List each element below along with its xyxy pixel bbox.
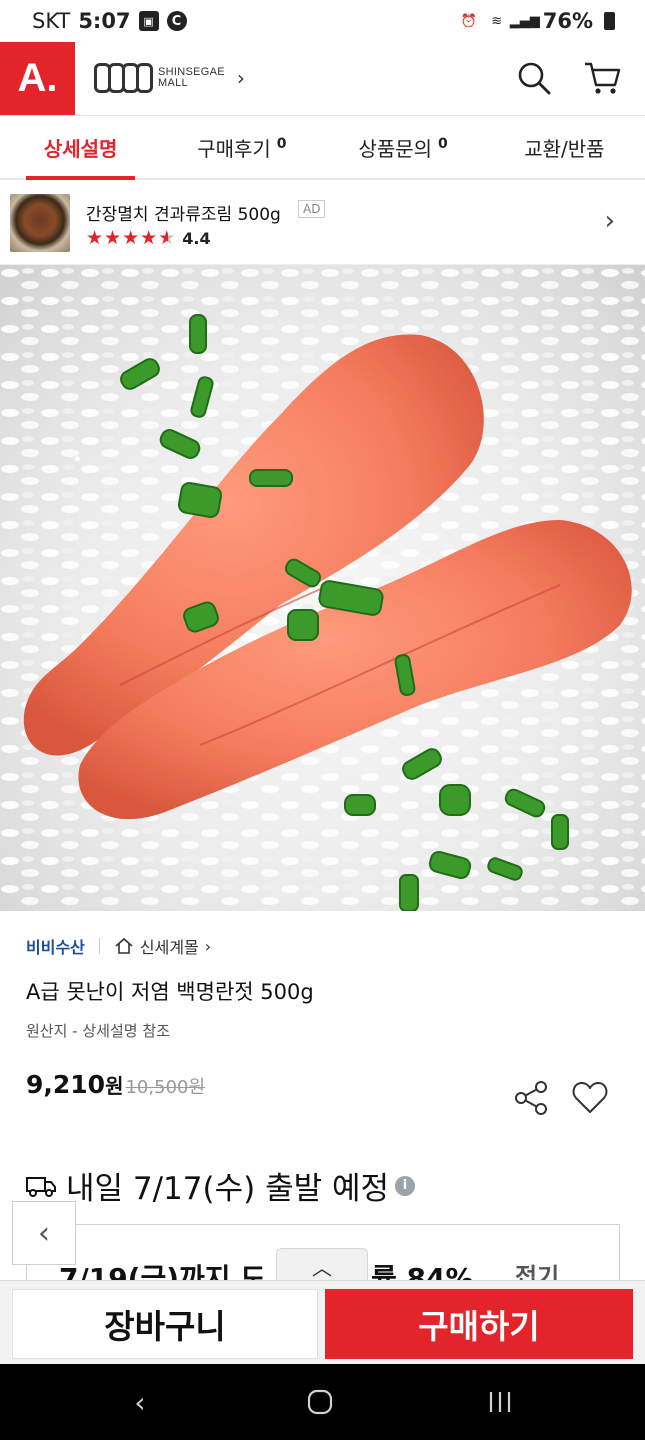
product-title: A급 못난이 저염 백명란젓 500g — [26, 980, 314, 1004]
price-row: 9,210 원 10,500원 — [26, 1070, 205, 1099]
delivery-info: 내일 7/17(수) 출발 예정 i — [26, 1163, 416, 1208]
chevron-left-icon: ‹ — [38, 1215, 50, 1251]
review-count: 0 — [276, 136, 287, 152]
battery-icon — [604, 12, 615, 30]
seller-row: 비비수산 신세계몰 › — [26, 934, 211, 958]
seller-name[interactable]: 비비수산 — [26, 934, 85, 958]
tab-description[interactable]: 상세설명 — [0, 116, 161, 180]
star-icon: ★ — [140, 227, 158, 249]
price-unit: 원 — [105, 1074, 124, 1098]
nav-recents-icon — [489, 1392, 511, 1412]
brand-name: SHINSEGAE MALL — [158, 66, 225, 89]
share-icon — [515, 1081, 547, 1115]
signal-icon: ▂▄▆ — [509, 13, 540, 29]
chevron-up-icon: ︿ — [312, 1256, 332, 1280]
divider — [98, 938, 100, 954]
ad-title: 간장멸치 견과류조림 500g — [86, 205, 281, 225]
a-logo[interactable]: A. — [0, 42, 75, 115]
app-notification-icon: C — [166, 11, 187, 31]
nav-recents-button[interactable] — [470, 1382, 530, 1422]
cart-icon — [585, 62, 621, 94]
mall-name: 신세계몰 — [139, 938, 199, 957]
inquiry-count: 0 — [438, 136, 448, 152]
search-icon — [518, 62, 551, 95]
ad-product-thumbnail — [10, 194, 70, 252]
sale-price: 9,210 — [26, 1070, 106, 1099]
home-icon — [115, 937, 133, 954]
battery-percent: 76% — [542, 9, 593, 33]
app-header: A. SHINSEGAE MALL › — [0, 42, 645, 116]
shinsegae-logo-icon — [94, 63, 153, 93]
chevron-right-icon: › — [236, 66, 245, 90]
star-icon: ★ — [104, 227, 122, 249]
tab-inquiries[interactable]: 상품문의 0 — [323, 116, 484, 178]
buy-now-button[interactable]: 구매하기 — [325, 1289, 633, 1359]
product-origin: 원산지 - 상세설명 참조 — [26, 1022, 170, 1040]
ad-badge: AD — [298, 200, 326, 218]
star-icon: ★ — [86, 227, 104, 249]
ad-rating-stars: ★ ★ ★ ★ ★ 4.4 — [86, 227, 211, 249]
star-half-icon: ★ — [158, 227, 176, 249]
purchase-action-bar: 장바구니 구매하기 — [0, 1280, 645, 1364]
cart-button[interactable] — [580, 56, 624, 100]
ad-banner[interactable]: 간장멸치 견과류조림 500g AD ★ ★ ★ ★ ★ 4.4 › — [0, 180, 645, 265]
wifi-icon: ≋ — [491, 13, 503, 29]
gallery-notification-icon: ▣ — [138, 11, 159, 31]
ad-rating-value: 4.4 — [182, 228, 211, 248]
nav-back-button[interactable]: ‹ — [110, 1382, 170, 1422]
product-image[interactable] — [0, 265, 645, 911]
add-to-cart-button[interactable]: 장바구니 — [12, 1289, 318, 1359]
back-button[interactable]: ‹ — [12, 1201, 76, 1265]
search-button[interactable] — [512, 56, 556, 100]
carrier-label: SKT — [32, 9, 71, 33]
nav-back-icon: ‹ — [134, 1385, 146, 1419]
truck-icon — [26, 1176, 56, 1197]
info-icon[interactable]: i — [395, 1175, 416, 1196]
nav-home-button[interactable] — [290, 1382, 350, 1422]
mall-link[interactable]: 신세계몰 › — [114, 934, 211, 958]
scroll-top-button[interactable]: ︿ — [276, 1248, 368, 1284]
product-tabs: 상세설명 구매후기 0 상품문의 0 교환/반품 — [0, 116, 645, 180]
chevron-right-icon: › — [204, 936, 212, 956]
shinsegae-mall-link[interactable]: SHINSEGAE MALL › — [94, 60, 245, 96]
chevron-right-icon: › — [604, 206, 615, 236]
share-button[interactable] — [512, 1078, 552, 1118]
heart-icon — [572, 1082, 608, 1113]
star-icon: ★ — [122, 227, 140, 249]
tab-exchange-return[interactable]: 교환/반품 — [484, 116, 645, 178]
nav-home-icon — [307, 1389, 333, 1415]
clock: 5:07 — [78, 9, 131, 33]
tab-reviews[interactable]: 구매후기 0 — [161, 116, 322, 178]
wishlist-button[interactable] — [570, 1078, 610, 1118]
alarm-icon: ⏰ — [460, 13, 477, 29]
status-bar: SKT 5:07 ▣ C ⏰ ≋ ▂▄▆ 76% — [0, 0, 645, 42]
delivery-text: 내일 7/17(수) 출발 예정 — [66, 1171, 390, 1207]
original-price: 10,500원 — [125, 1077, 206, 1098]
system-nav-bar: ‹ — [0, 1364, 645, 1440]
